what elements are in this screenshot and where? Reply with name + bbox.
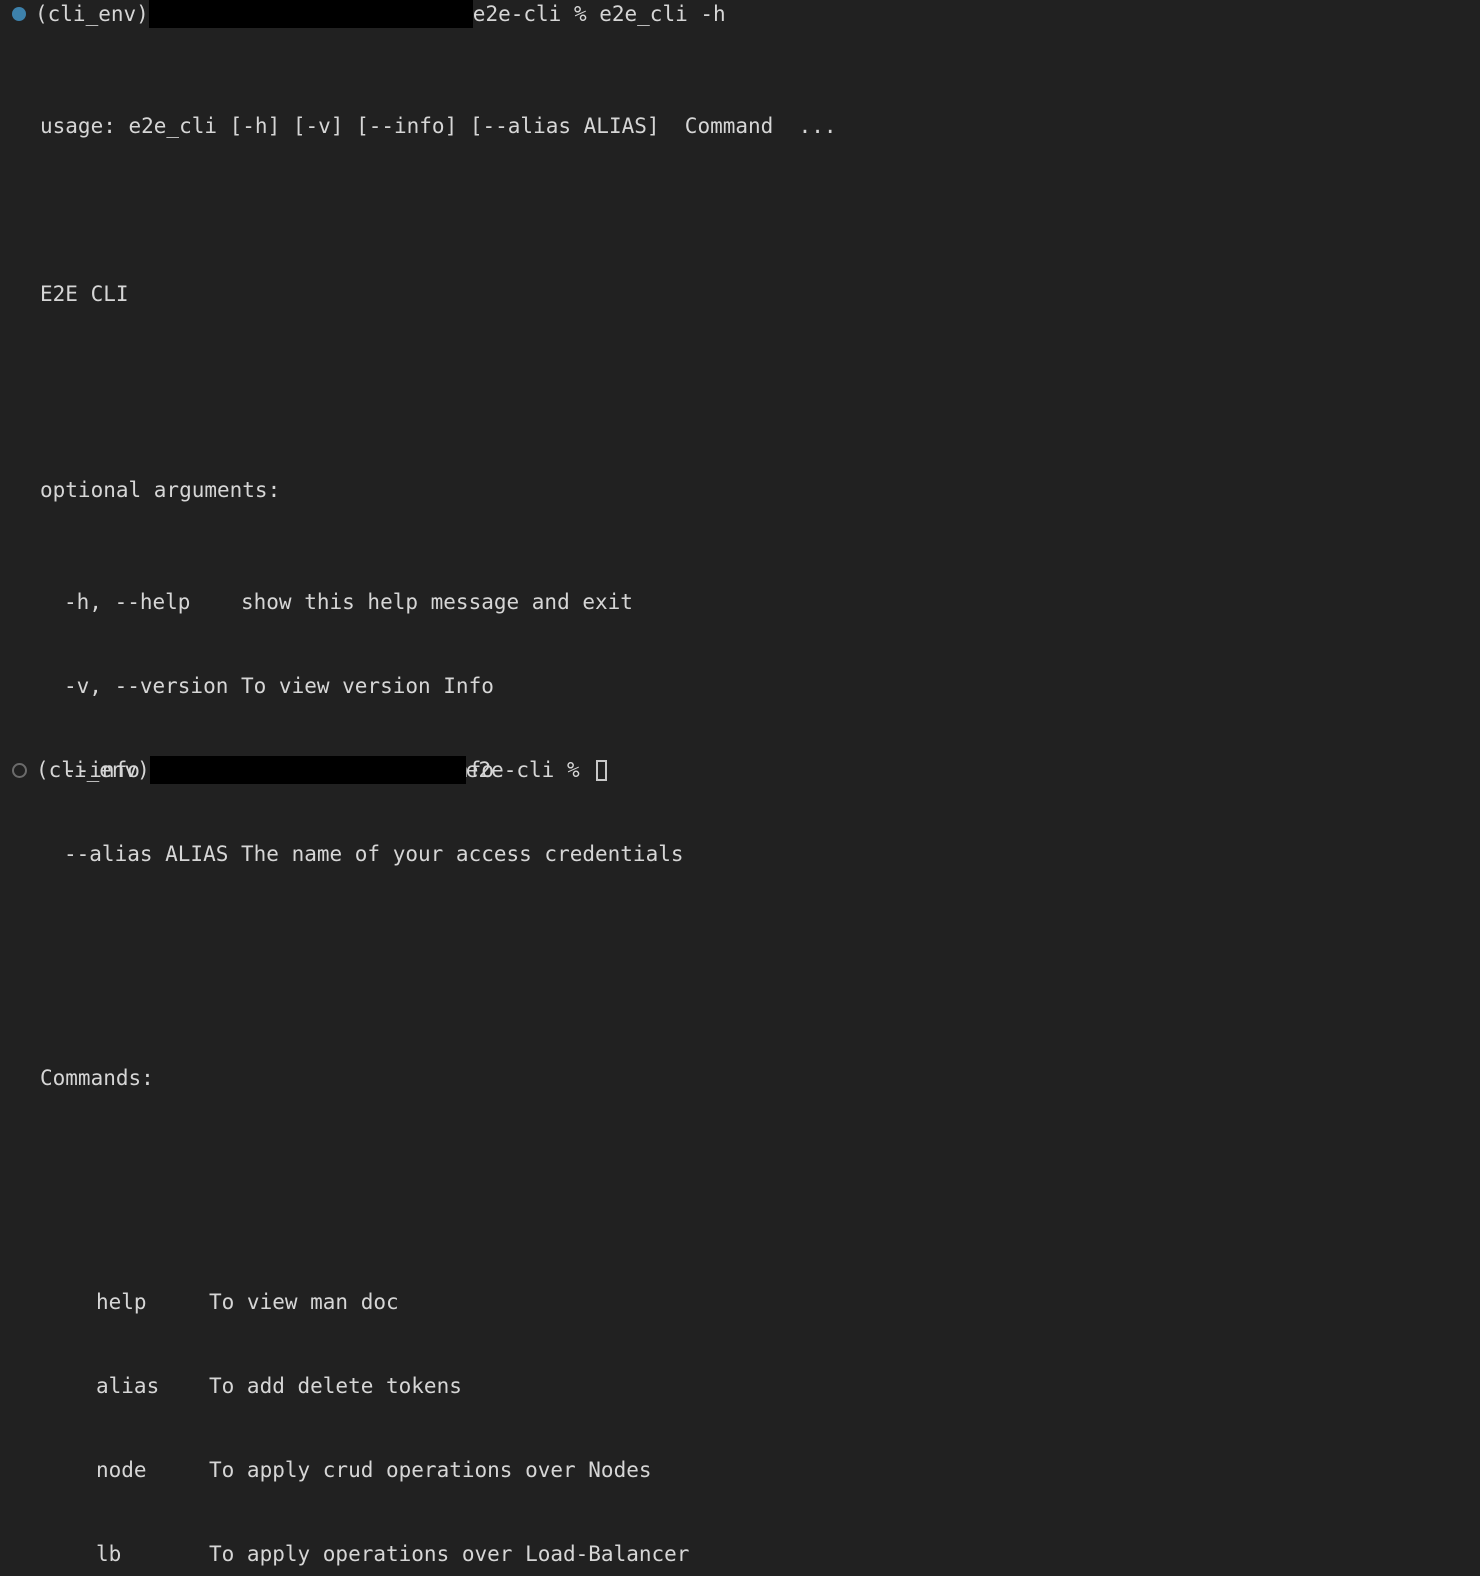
prompt-command-top: e2e_cli -h — [599, 2, 726, 26]
prompt-env-bottom: (cli_env) — [36, 758, 150, 782]
optional-argument-desc: The name of your access credentials — [241, 842, 684, 866]
optional-argument-row: --alias ALIAS The name of your access cr… — [0, 840, 1480, 868]
status-dot-hollow-icon — [12, 762, 27, 778]
optional-argument-key: --alias ALIAS — [64, 842, 229, 866]
command-desc: To view man doc — [209, 1290, 399, 1314]
prompt-env-top: (cli_env) — [35, 2, 149, 26]
prompt-line-top: (cli_env) e2e-cli % e2e_cli -h — [0, 0, 1480, 28]
prompt-host-bottom: e2e-cli % — [465, 758, 593, 782]
command-row: lb To apply operations over Load-Balance… — [0, 1540, 1480, 1568]
optional-argument-desc: To view version Info — [241, 674, 494, 698]
prompt-line-bottom[interactable]: (cli_env) e2e-cli % — [0, 756, 1480, 784]
command-row: node To apply crud operations over Nodes — [0, 1456, 1480, 1484]
optional-argument-row: -v, --version To view version Info — [0, 672, 1480, 700]
command-key: alias — [96, 1374, 160, 1398]
command-key: lb — [96, 1542, 122, 1566]
redacted-block-top — [148, 0, 473, 28]
command-row: alias To add delete tokens — [0, 1372, 1480, 1400]
optional-argument-desc: show this help message and exit — [241, 590, 633, 614]
block-cursor-icon[interactable] — [596, 759, 608, 781]
command-row: help To view man doc — [0, 1288, 1480, 1316]
optional-argument-row: -h, --help show this help message and ex… — [0, 588, 1480, 616]
terminal-window: (cli_env) e2e-cli % e2e_cli -h usage: e2… — [0, 0, 1480, 1566]
command-desc: To apply crud operations over Nodes — [209, 1458, 652, 1482]
cli-title: E2E CLI — [40, 282, 129, 306]
command-key: node — [96, 1458, 147, 1482]
usage-line: usage: e2e_cli [-h] [-v] [--info] [--ali… — [40, 114, 837, 138]
redacted-block-bottom — [149, 756, 466, 784]
prompt-host-top: e2e-cli % — [472, 2, 600, 26]
optional-arguments-header: optional arguments: — [40, 478, 281, 502]
terminal-output: usage: e2e_cli [-h] [-v] [--info] [--ali… — [0, 28, 1480, 1576]
command-desc: To add delete tokens — [209, 1374, 462, 1398]
optional-argument-key: -h, --help — [64, 590, 191, 614]
optional-argument-key: -v, --version — [64, 674, 229, 698]
command-key: help — [96, 1290, 147, 1314]
command-desc: To apply operations over Load-Balancer — [209, 1542, 690, 1566]
status-dot-filled-icon — [12, 7, 26, 21]
commands-header: Commands: — [40, 1066, 154, 1090]
